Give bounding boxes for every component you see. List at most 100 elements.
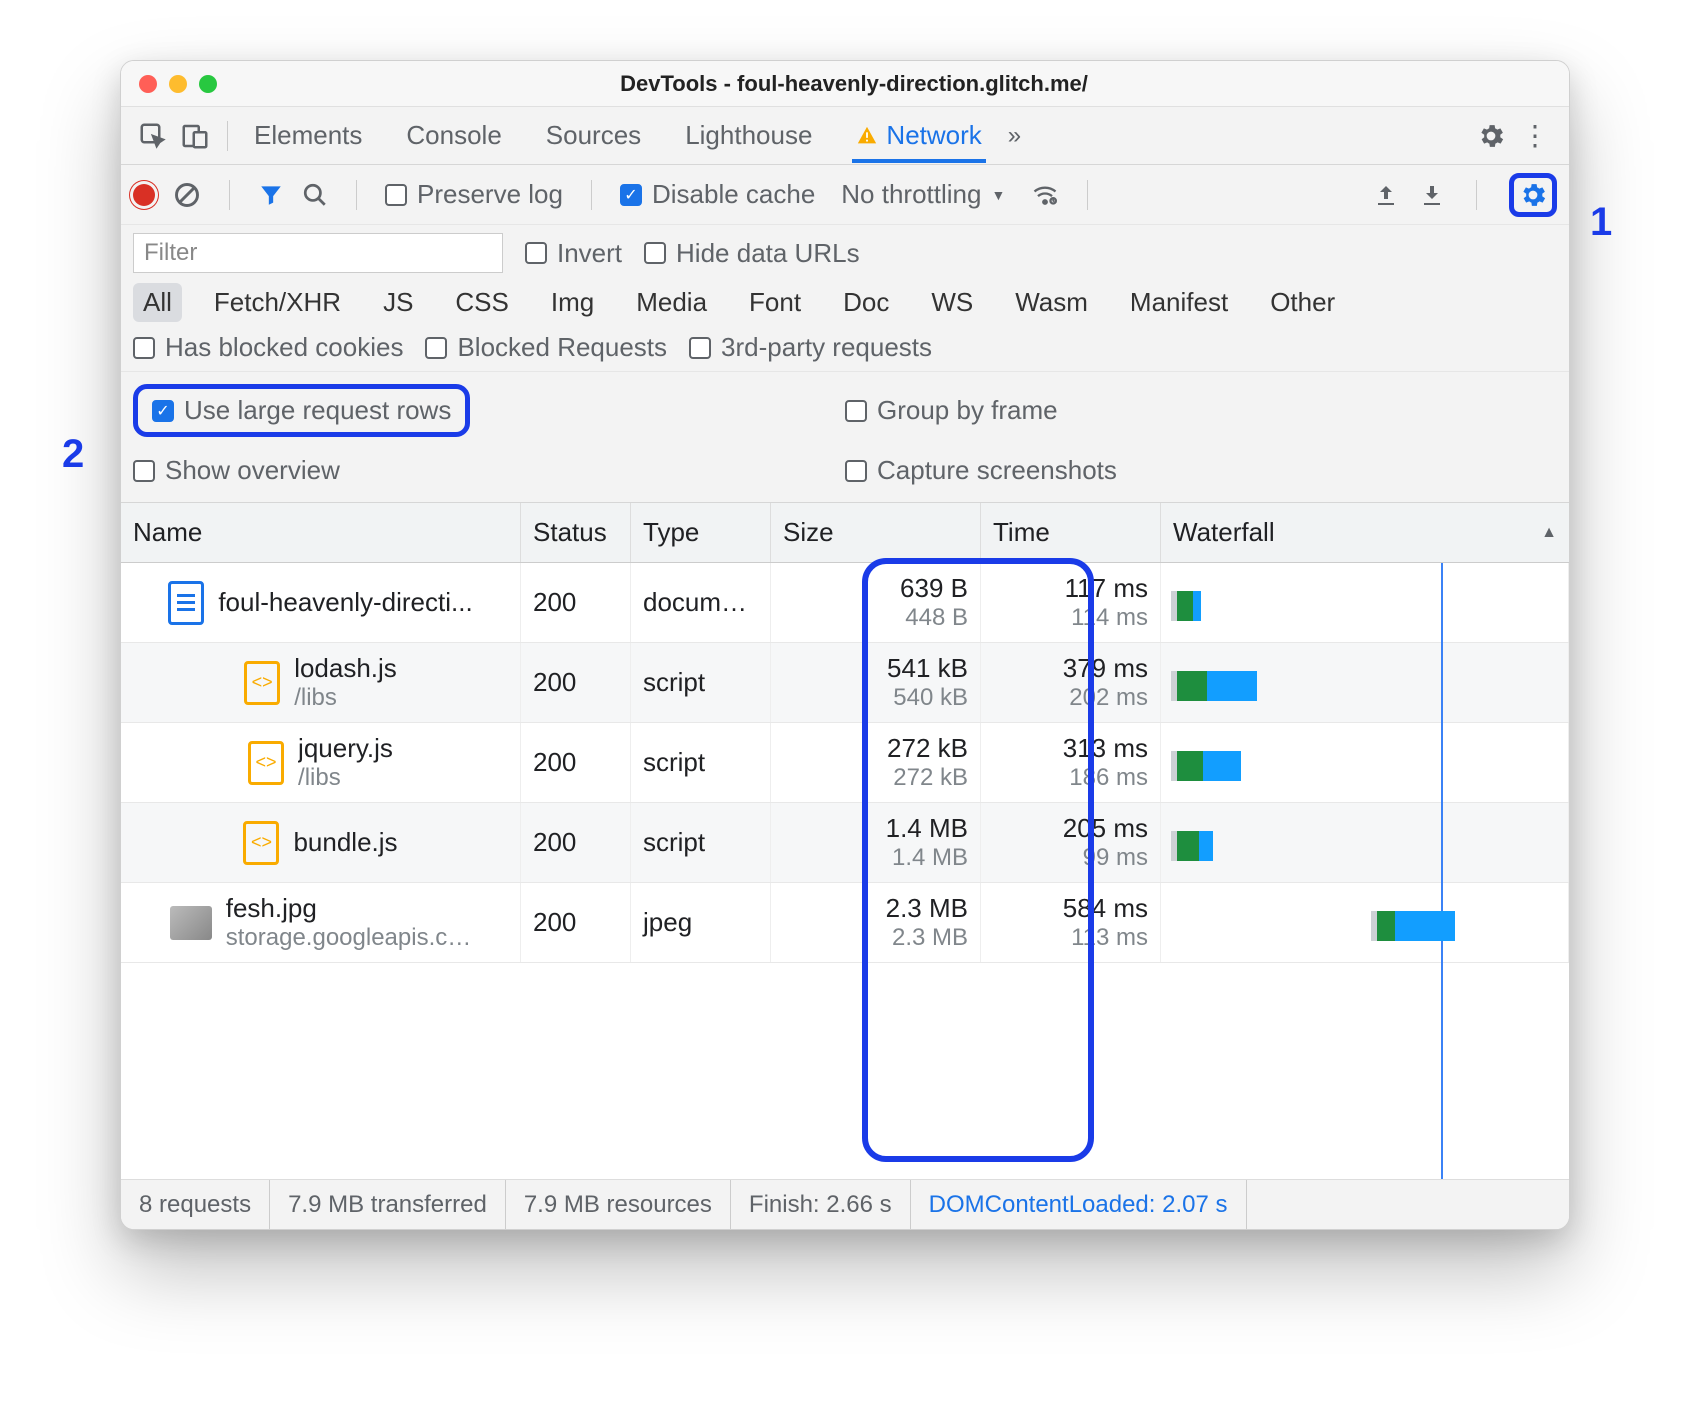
filter-ws[interactable]: WS <box>921 283 983 322</box>
tab-elements[interactable]: Elements <box>250 108 366 163</box>
throttling-select[interactable]: No throttling ▼ <box>833 179 1013 210</box>
filter-font[interactable]: Font <box>739 283 811 322</box>
request-name: lodash.js <box>294 653 397 684</box>
col-type[interactable]: Type <box>631 503 771 562</box>
annotation-1: 1 <box>1590 200 1612 245</box>
titlebar: DevTools - foul-heavenly-direction.glitc… <box>121 61 1569 107</box>
document-icon <box>168 581 204 625</box>
blocked-cookies-checkbox[interactable]: Has blocked cookies <box>133 332 403 363</box>
filter-js[interactable]: JS <box>373 283 423 322</box>
filter-media[interactable]: Media <box>626 283 717 322</box>
col-size[interactable]: Size <box>771 503 981 562</box>
tab-lighthouse[interactable]: Lighthouse <box>681 108 816 163</box>
filter-fetchxhr[interactable]: Fetch/XHR <box>204 283 351 322</box>
table-header: Name Status Type Size Time Waterfall▲ <box>121 503 1569 563</box>
cell-size: 2.3 MB2.3 MB <box>771 883 981 962</box>
cell-waterfall <box>1161 803 1569 882</box>
filter-wasm[interactable]: Wasm <box>1005 283 1098 322</box>
cell-name: <> bundle.js <box>121 803 521 882</box>
cell-type: script <box>631 643 771 722</box>
table-row[interactable]: <> lodash.js /libs 200 script 541 kB540 … <box>121 643 1569 723</box>
zoom-icon[interactable] <box>199 75 217 93</box>
tab-console[interactable]: Console <box>402 108 505 163</box>
close-icon[interactable] <box>139 75 157 93</box>
capture-screenshots-checkbox[interactable]: Capture screenshots <box>845 455 1557 486</box>
filter-doc[interactable]: Doc <box>833 283 899 322</box>
more-tabs-icon[interactable]: » <box>1008 122 1021 150</box>
status-transferred: 7.9 MB transferred <box>270 1180 506 1229</box>
filter-bar: Filter Invert Hide data URLs All Fetch/X… <box>121 225 1569 372</box>
cell-type: docum… <box>631 563 771 642</box>
table-row[interactable]: <> bundle.js 200 script 1.4 MB1.4 MB 205… <box>121 803 1569 883</box>
show-overview-checkbox[interactable]: Show overview <box>133 455 845 486</box>
settings-icon[interactable] <box>1471 116 1511 156</box>
chevron-down-icon: ▼ <box>991 187 1005 203</box>
status-resources: 7.9 MB resources <box>506 1180 731 1229</box>
cell-name: foul-heavenly-directi... <box>121 563 521 642</box>
group-by-frame-checkbox[interactable]: Group by frame <box>845 384 1557 437</box>
separator <box>1476 180 1477 210</box>
request-name: foul-heavenly-directi... <box>218 587 472 618</box>
disable-cache-checkbox[interactable]: ✓Disable cache <box>620 179 815 210</box>
device-toggle-icon[interactable] <box>175 116 215 156</box>
download-har-icon[interactable] <box>1420 183 1444 207</box>
hide-data-urls-checkbox[interactable]: Hide data URLs <box>644 238 860 269</box>
cell-time: 584 ms113 ms <box>981 883 1161 962</box>
cell-status: 200 <box>521 643 631 722</box>
col-name[interactable]: Name <box>121 503 521 562</box>
filter-css[interactable]: CSS <box>445 283 518 322</box>
filter-img[interactable]: Img <box>541 283 604 322</box>
use-large-rows-checkbox[interactable]: ✓Use large request rows <box>133 384 470 437</box>
filter-manifest[interactable]: Manifest <box>1120 283 1238 322</box>
cell-time: 313 ms186 ms <box>981 723 1161 802</box>
filter-other[interactable]: Other <box>1260 283 1345 322</box>
cell-waterfall <box>1161 563 1569 642</box>
cell-status: 200 <box>521 563 631 642</box>
request-name: jquery.js <box>298 733 393 764</box>
cell-size: 1.4 MB1.4 MB <box>771 803 981 882</box>
table-row[interactable]: fesh.jpg storage.googleapis.c… 200 jpeg … <box>121 883 1569 963</box>
separator <box>591 180 592 210</box>
search-icon[interactable] <box>302 182 328 208</box>
cell-time: 379 ms202 ms <box>981 643 1161 722</box>
cell-waterfall <box>1161 643 1569 722</box>
table-row[interactable]: <> jquery.js /libs 200 script 272 kB272 … <box>121 723 1569 803</box>
col-status[interactable]: Status <box>521 503 631 562</box>
status-dcl: DOMContentLoaded: 2.07 s <box>911 1180 1247 1229</box>
preserve-log-checkbox[interactable]: Preserve log <box>385 179 563 210</box>
invert-checkbox[interactable]: Invert <box>525 238 622 269</box>
clear-icon[interactable] <box>173 181 201 209</box>
record-icon[interactable] <box>133 184 155 206</box>
network-settings-icon[interactable] <box>1509 173 1557 217</box>
table-body: foul-heavenly-directi... 200 docum… 639 … <box>121 563 1569 1179</box>
status-bar: 8 requests 7.9 MB transferred 7.9 MB res… <box>121 1179 1569 1229</box>
resource-type-filters: All Fetch/XHR JS CSS Img Media Font Doc … <box>133 283 1557 322</box>
status-requests: 8 requests <box>121 1180 270 1229</box>
table-row[interactable]: foul-heavenly-directi... 200 docum… 639 … <box>121 563 1569 643</box>
minimize-icon[interactable] <box>169 75 187 93</box>
cell-name: <> jquery.js /libs <box>121 723 521 802</box>
inspect-icon[interactable] <box>133 116 173 156</box>
kebab-menu-icon[interactable]: ⋮ <box>1513 119 1557 152</box>
warning-icon <box>856 125 878 147</box>
script-icon: <> <box>248 741 284 785</box>
filter-all[interactable]: All <box>133 283 182 322</box>
col-waterfall[interactable]: Waterfall▲ <box>1161 503 1569 562</box>
separator <box>1087 180 1088 210</box>
tabbar: Elements Console Sources Lighthouse Netw… <box>121 107 1569 165</box>
request-path: /libs <box>294 684 397 712</box>
blocked-requests-checkbox[interactable]: Blocked Requests <box>425 332 667 363</box>
third-party-checkbox[interactable]: 3rd-party requests <box>689 332 932 363</box>
network-conditions-icon[interactable] <box>1031 181 1059 209</box>
window-title: DevTools - foul-heavenly-direction.glitc… <box>217 71 1491 97</box>
cell-type: jpeg <box>631 883 771 962</box>
tab-sources[interactable]: Sources <box>542 108 645 163</box>
filter-icon[interactable] <box>258 182 284 208</box>
upload-har-icon[interactable] <box>1374 183 1398 207</box>
cell-status: 200 <box>521 723 631 802</box>
col-time[interactable]: Time <box>981 503 1161 562</box>
separator <box>356 180 357 210</box>
filter-input[interactable]: Filter <box>133 233 503 273</box>
tab-network[interactable]: Network <box>852 108 985 163</box>
cell-name: fesh.jpg storage.googleapis.c… <box>121 883 521 962</box>
